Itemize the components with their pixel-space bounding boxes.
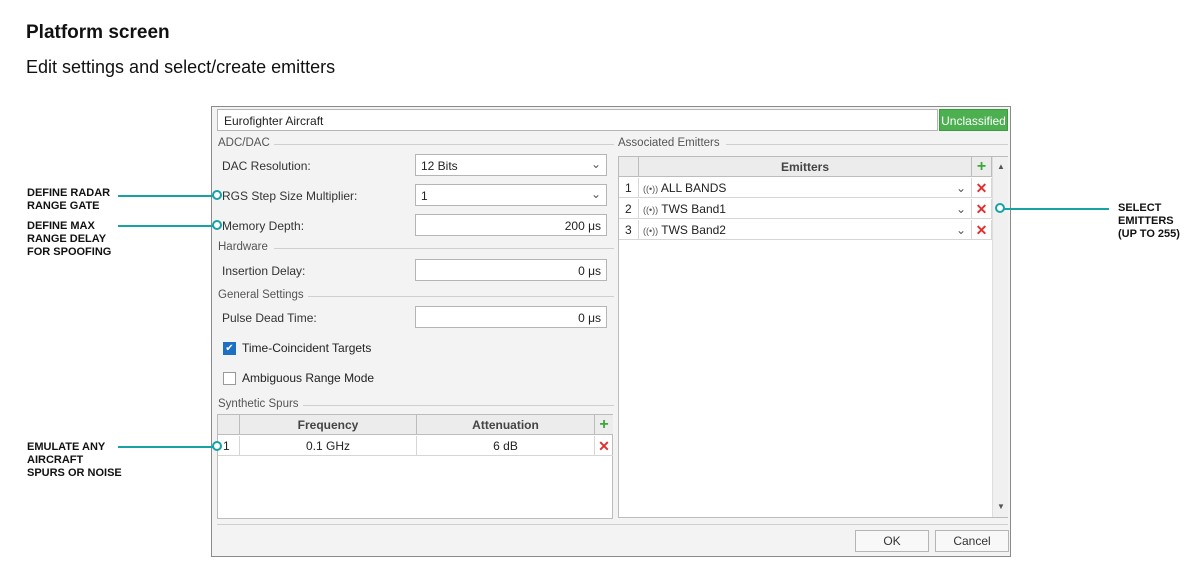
annotation-marker xyxy=(212,220,222,230)
pulse-dead-time-input[interactable]: 0 μs xyxy=(415,306,607,328)
annotation-text: (UP TO 255) xyxy=(1118,228,1180,240)
annotation-radar-gate: DEFINE RADAR RANGE GATE xyxy=(27,187,110,213)
rgs-step-label: RGS Step Size Multiplier: xyxy=(222,189,358,203)
annotation-text: DEFINE MAX xyxy=(27,220,95,232)
synthetic-spurs-group-label: Synthetic Spurs xyxy=(218,398,299,410)
chevron-down-icon: ⌄ xyxy=(955,223,966,237)
plus-icon: + xyxy=(599,416,609,433)
emitter-row-index: 3 xyxy=(619,220,639,240)
annotation-text: SPURS OR NOISE xyxy=(27,467,122,479)
frequency-header[interactable]: Frequency xyxy=(240,415,417,435)
dac-resolution-select[interactable]: 12 Bits ⌄ xyxy=(415,154,607,176)
emitter-name: ALL BANDS xyxy=(660,181,727,195)
annotation-text: SELECT xyxy=(1118,202,1162,214)
delete-emitter-button[interactable]: ✕ xyxy=(972,178,992,198)
hardware-group-label: Hardware xyxy=(218,241,268,253)
attenuation-header[interactable]: Attenuation xyxy=(417,415,595,435)
platform-name-input[interactable]: Eurofighter Aircraft xyxy=(217,109,938,131)
chevron-down-icon: ⌄ xyxy=(590,157,601,171)
radio-signal-icon: ((•)) xyxy=(643,226,659,236)
delete-emitter-button[interactable]: ✕ xyxy=(972,220,992,240)
delete-emitter-button[interactable]: ✕ xyxy=(972,199,992,219)
associated-emitters-group-label: Associated Emitters xyxy=(618,137,720,149)
annotation-connector xyxy=(118,225,213,227)
ambiguous-range-row[interactable]: Ambiguous Range Mode xyxy=(223,371,374,385)
classification-badge[interactable]: Unclassified xyxy=(939,109,1008,131)
annotation-max-range: DEFINE MAX RANGE DELAY FOR SPOOFING xyxy=(27,220,111,259)
platform-dialog: Eurofighter Aircraft Unclassified ADC/DA… xyxy=(211,106,1011,557)
dac-resolution-value: 12 Bits xyxy=(421,159,458,173)
spur-attenuation-cell[interactable]: 6 dB xyxy=(417,436,595,456)
spurs-grid: Frequency Attenuation + 1 0.1 GHz 6 dB ✕ xyxy=(217,414,613,519)
annotation-connector xyxy=(1004,208,1109,210)
page-title: Platform screen xyxy=(26,22,170,43)
annotation-connector xyxy=(118,446,213,448)
emitter-select[interactable]: ((•)) TWS Band1 ⌄ xyxy=(639,199,972,219)
synthetic-spurs-divider xyxy=(303,405,614,406)
scroll-down-icon[interactable]: ▼ xyxy=(993,499,1009,515)
close-icon: ✕ xyxy=(598,438,610,454)
checkbox-unchecked-icon[interactable] xyxy=(223,371,236,385)
checkbox-checked-icon[interactable]: ✔ xyxy=(223,341,236,355)
emitter-name: TWS Band1 xyxy=(661,202,726,216)
associated-emitters-divider xyxy=(726,144,1008,145)
footer-divider xyxy=(217,524,1008,525)
delete-spur-button[interactable]: ✕ xyxy=(595,436,613,456)
page-subtitle: Edit settings and select/create emitters xyxy=(26,57,336,77)
plus-icon: + xyxy=(976,158,987,175)
insertion-delay-label: Insertion Delay: xyxy=(222,264,306,278)
rgs-step-value: 1 xyxy=(421,189,428,203)
emitter-row-index: 1 xyxy=(619,178,639,198)
scroll-up-icon[interactable]: ▲ xyxy=(993,159,1009,175)
hardware-divider xyxy=(274,248,614,249)
chevron-down-icon: ⌄ xyxy=(955,202,966,216)
chevron-down-icon: ⌄ xyxy=(590,187,601,201)
annotation-text: EMULATE ANY xyxy=(27,441,106,453)
radio-signal-icon: ((•)) xyxy=(643,184,659,194)
add-spur-button[interactable]: + xyxy=(595,415,613,435)
annotation-spurs: EMULATE ANY AIRCRAFT SPURS OR NOISE xyxy=(27,441,122,480)
adc-dac-divider xyxy=(274,144,614,145)
annotation-connector xyxy=(118,195,213,197)
emitters-corner-header xyxy=(619,157,639,177)
annotation-text: RANGE DELAY xyxy=(27,233,107,245)
emitters-grid: Emitters + 1 ((•)) ALL BANDS ⌄ ✕ 2 ((•))… xyxy=(618,156,1008,518)
pulse-dead-time-label: Pulse Dead Time: xyxy=(222,311,317,325)
emitter-select[interactable]: ((•)) ALL BANDS ⌄ xyxy=(639,178,972,198)
annotation-text: RANGE GATE xyxy=(27,200,100,212)
rgs-step-select[interactable]: 1 ⌄ xyxy=(415,184,607,206)
cancel-button[interactable]: Cancel xyxy=(935,530,1009,552)
emitters-header[interactable]: Emitters xyxy=(639,157,972,177)
dac-resolution-label: DAC Resolution: xyxy=(222,159,311,173)
close-icon: ✕ xyxy=(975,222,988,238)
radio-signal-icon: ((•)) xyxy=(643,205,659,215)
annotation-emitters: SELECT EMITTERS (UP TO 255) xyxy=(1118,202,1180,241)
ambiguous-range-label: Ambiguous Range Mode xyxy=(242,371,375,385)
annotation-text: AIRCRAFT xyxy=(27,454,84,466)
general-settings-divider xyxy=(308,296,614,297)
annotation-text: EMITTERS xyxy=(1118,215,1174,227)
time-coincident-row[interactable]: ✔ Time-Coincident Targets xyxy=(223,341,371,355)
close-icon: ✕ xyxy=(975,201,988,217)
memory-depth-label: Memory Depth: xyxy=(222,219,305,233)
ok-button[interactable]: OK xyxy=(855,530,929,552)
memory-depth-input[interactable]: 200 μs xyxy=(415,214,607,236)
general-settings-group-label: General Settings xyxy=(218,289,304,301)
annotation-text: FOR SPOOFING xyxy=(27,246,112,258)
spurs-corner-header xyxy=(218,415,240,435)
annotation-marker xyxy=(212,441,222,451)
chevron-down-icon: ⌄ xyxy=(955,181,966,195)
close-icon: ✕ xyxy=(975,180,988,196)
adc-dac-group-label: ADC/DAC xyxy=(218,137,270,149)
insertion-delay-input[interactable]: 0 μs xyxy=(415,259,607,281)
emitter-name: TWS Band2 xyxy=(661,223,726,237)
emitter-row-index: 2 xyxy=(619,199,639,219)
annotation-marker xyxy=(212,190,222,200)
annotation-text: DEFINE RADAR xyxy=(27,187,111,199)
time-coincident-label: Time-Coincident Targets xyxy=(242,341,372,355)
add-emitter-button[interactable]: + xyxy=(972,157,992,177)
emitter-select[interactable]: ((•)) TWS Band2 ⌄ xyxy=(639,220,972,240)
spur-frequency-cell[interactable]: 0.1 GHz xyxy=(240,436,417,456)
